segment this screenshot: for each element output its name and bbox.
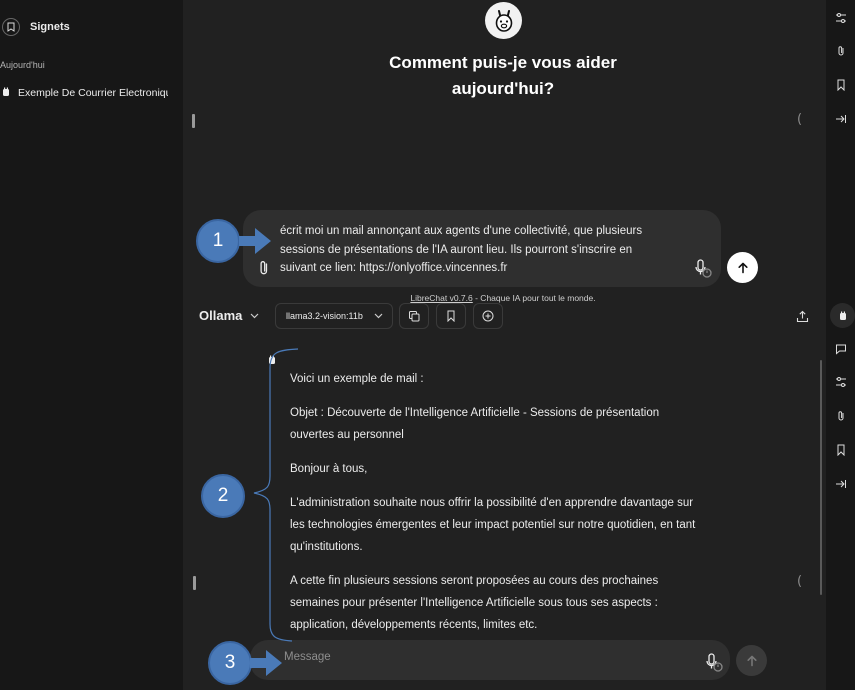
resize-handle[interactable]: (	[797, 112, 802, 127]
ollama-icon	[2, 84, 10, 102]
footer-note: LibreChat v0.7.6 - Chaque IA pour tout l…	[330, 293, 676, 303]
message-paragraph: Objet : Découverte de l'Intelligence Art…	[290, 402, 740, 446]
share-icon	[796, 310, 808, 322]
sidebar-section-today: Aujourd'hui	[0, 60, 45, 70]
microphone-icon[interactable]	[706, 653, 724, 678]
chevron-down-icon	[374, 313, 383, 319]
resize-handle[interactable]	[192, 114, 195, 128]
annotation-badge-3: 3	[208, 641, 252, 685]
arrow-up-icon	[737, 262, 748, 273]
message-line: semaines pour présenter l'Intelligence A…	[290, 597, 658, 609]
annotation-badge-2: 2	[201, 474, 245, 518]
sliders-icon[interactable]	[835, 376, 847, 388]
sidebar-conversation-item[interactable]: Exemple De Courrier Electronique	[0, 84, 183, 102]
message-paragraph: A cette fin plusieurs sessions seront pr…	[290, 570, 740, 636]
paperclip-icon[interactable]	[835, 45, 847, 57]
welcome-line: Comment puis-je vous aider	[389, 53, 617, 72]
agent-icon-button[interactable]	[830, 303, 855, 328]
bookmark-icon[interactable]	[835, 79, 847, 91]
chevron-down-icon	[250, 313, 259, 318]
composer-text[interactable]: écrit moi un mail annonçant aux agents d…	[280, 222, 700, 278]
message-line: les technologies émergentes et leur impa…	[290, 519, 696, 531]
annotation-arrow-icon	[239, 228, 271, 254]
paperclip-icon[interactable]	[835, 410, 847, 422]
bookmark-icon[interactable]	[835, 444, 847, 456]
ollama-logo	[485, 2, 522, 39]
copy-icon	[409, 311, 420, 322]
collapse-panel-icon[interactable]	[835, 113, 847, 125]
new-chat-button[interactable]	[473, 303, 503, 329]
message-line: A cette fin plusieurs sessions seront pr…	[290, 575, 659, 587]
share-button[interactable]	[787, 303, 817, 329]
sidebar-header[interactable]: Signets	[0, 17, 70, 37]
left-sidebar: Signets Aujourd'hui Exemple De Courrier …	[0, 0, 183, 690]
endpoint-name: Ollama	[199, 308, 243, 323]
message-paragraph: Voici un exemple de mail :	[290, 373, 424, 385]
annotation-bracket	[253, 348, 299, 642]
message-line: L'administration souhaite nous offrir la…	[290, 497, 694, 509]
conversation-title: Exemple De Courrier Electronique	[18, 87, 168, 99]
welcome-heading: Comment puis-je vous aider aujourd'hui?	[330, 50, 676, 102]
assistant-message: Voici un exemple de mail : Objet : Décou…	[290, 368, 740, 648]
message-line: Objet : Découverte de l'Intelligence Art…	[290, 407, 660, 419]
arrow-up-icon	[746, 655, 757, 666]
copy-button[interactable]	[399, 303, 429, 329]
model-selector[interactable]: llama3.2-vision:11b	[275, 303, 393, 329]
annotation-badge-1: 1	[196, 219, 240, 263]
bookmark-button[interactable]	[436, 303, 466, 329]
attach-file-icon[interactable]	[258, 260, 270, 281]
sidebar-title: Signets	[30, 21, 70, 33]
endpoint-selector[interactable]: Ollama	[199, 308, 259, 323]
message-input[interactable]	[284, 651, 684, 663]
bookmark-icon[interactable]	[2, 18, 20, 36]
composer-line: suivant ce lien: https://onlyoffice.vinc…	[280, 262, 508, 274]
scrollbar[interactable]	[820, 360, 822, 595]
composer-line: écrit moi un mail annonçant aux agents d…	[280, 225, 643, 237]
message-paragraph: L'administration souhaite nous offrir la…	[290, 492, 740, 558]
message-line: ouvertes au personnel	[290, 429, 404, 441]
librechat-version-link[interactable]: LibreChat v0.7.6	[410, 293, 472, 303]
microphone-icon[interactable]	[695, 259, 713, 284]
resize-handle[interactable]: (	[797, 574, 802, 589]
composer-line: sessions de présentations de l'IA auront…	[280, 243, 633, 256]
annotation-arrow-icon	[250, 650, 282, 676]
sliders-icon[interactable]	[835, 12, 847, 24]
bookmark-icon	[447, 310, 455, 322]
message-composer[interactable]	[250, 640, 730, 680]
right-rail	[826, 0, 855, 690]
plus-circle-icon	[482, 310, 494, 322]
message-paragraph: Bonjour à tous,	[290, 463, 368, 475]
send-button[interactable]	[736, 645, 767, 676]
chat-icon[interactable]	[835, 343, 847, 355]
collapse-panel-icon[interactable]	[835, 478, 847, 490]
welcome-line: aujourd'hui?	[451, 79, 555, 98]
model-name: llama3.2-vision:11b	[286, 311, 363, 321]
message-line: application, développements récents, lim…	[290, 619, 538, 631]
resize-handle[interactable]	[193, 576, 196, 590]
footer-tagline: - Chaque IA pour tout le monde.	[472, 293, 596, 303]
llama-icon	[495, 9, 512, 32]
send-button[interactable]	[727, 252, 758, 283]
message-composer[interactable]: écrit moi un mail annonçant aux agents d…	[243, 210, 721, 287]
